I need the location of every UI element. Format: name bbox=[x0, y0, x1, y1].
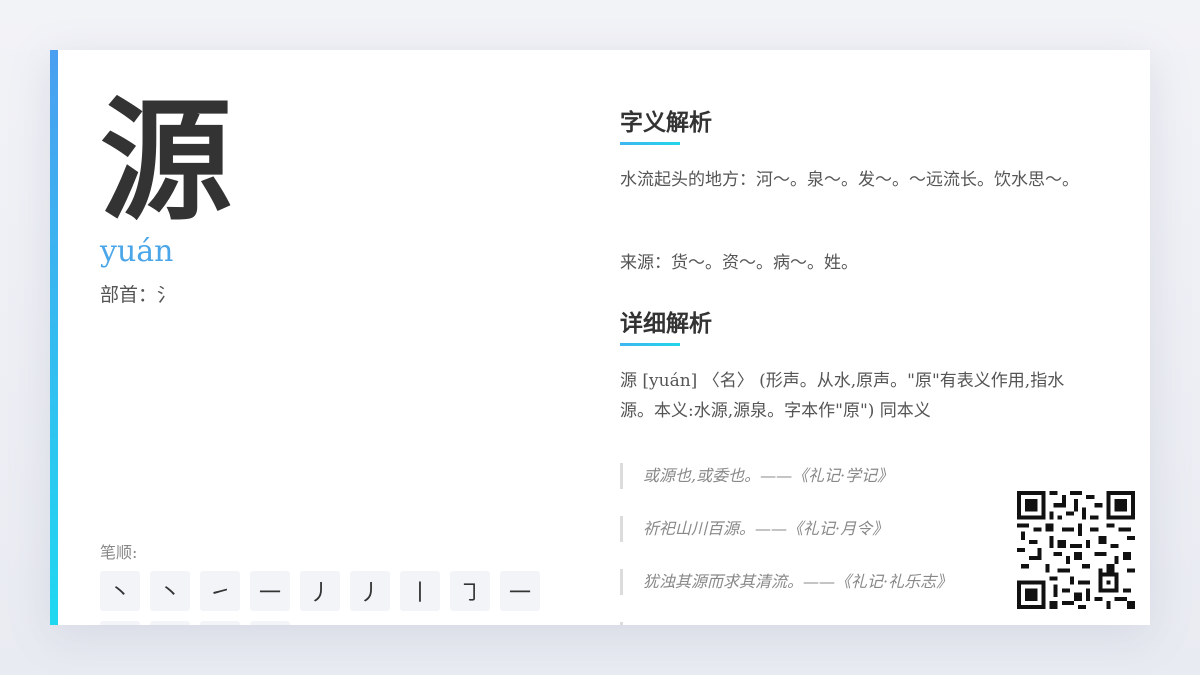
meaning-item: 水流起头的地方：河～。泉～。发～。～远流长。饮水思～。 bbox=[620, 170, 1079, 190]
stroke-box: 丶 bbox=[100, 571, 140, 611]
quote-line bbox=[620, 622, 643, 625]
meaning-item: 来源：货～。资～。病～。姓。 bbox=[620, 253, 858, 273]
stroke-order-grid: 丶 丶 ㇀ 一 丿 丿 丨 ㇆ 一 一 亅 丿 丶 bbox=[100, 571, 560, 625]
stroke-box: 丿 bbox=[300, 571, 340, 611]
meaning-title-underline bbox=[620, 142, 680, 145]
main-character: 源 bbox=[100, 84, 232, 239]
detail-title: 详细解析 bbox=[620, 310, 712, 337]
quote-line: 祈祀山川百源。——《礼记·月令》 bbox=[620, 516, 888, 542]
quote-line: 或源也,或委也。——《礼记·学记》 bbox=[620, 463, 893, 489]
stroke-box: 一 bbox=[500, 571, 540, 611]
character-card: 源 yuán 部首：氵 笔顺: 丶 丶 ㇀ 一 丿 丿 丨 ㇆ 一 一 亅 丿 … bbox=[50, 50, 1150, 625]
stroke-box: 亅 bbox=[150, 621, 190, 625]
accent-bar bbox=[50, 50, 58, 625]
stroke-box: 丨 bbox=[400, 571, 440, 611]
stroke-box: ㇀ bbox=[200, 571, 240, 611]
stroke-box: ㇆ bbox=[450, 571, 490, 611]
stroke-box: 一 bbox=[100, 621, 140, 625]
pinyin: yuán bbox=[100, 234, 174, 269]
stroke-order-label: 笔顺: bbox=[100, 543, 138, 562]
detail-intro: 源 [yuán] 〈名〉 (形声。从水,原声。"原"有表义作用,指水源。本义:水… bbox=[620, 371, 1065, 421]
stroke-box: 丿 bbox=[200, 621, 240, 625]
stroke-box: 一 bbox=[250, 571, 290, 611]
qr-code bbox=[1017, 491, 1135, 609]
stroke-box: 丶 bbox=[250, 621, 290, 625]
meaning-title: 字义解析 bbox=[620, 109, 712, 136]
detail-title-underline bbox=[620, 343, 680, 346]
stroke-box: 丿 bbox=[350, 571, 390, 611]
quote-line: 犹浊其源而求其清流。——《礼记·礼乐志》 bbox=[620, 569, 952, 595]
radical: 部首：氵 bbox=[100, 284, 177, 306]
stroke-box: 丶 bbox=[150, 571, 190, 611]
